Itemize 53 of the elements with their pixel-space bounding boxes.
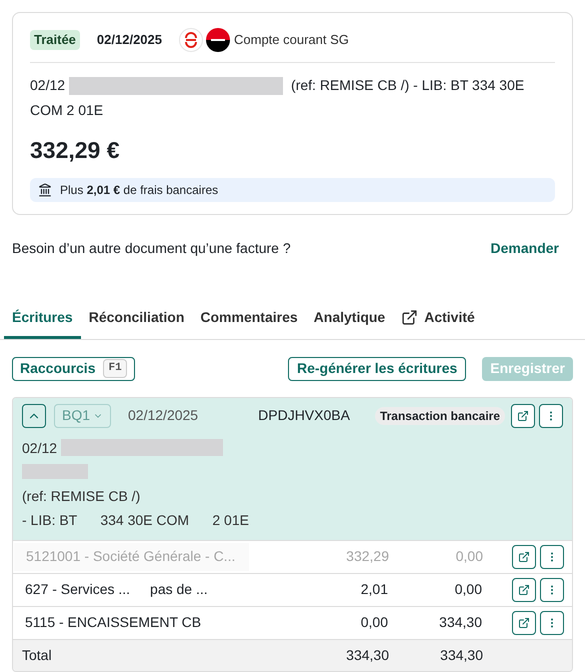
credit-cell-text: 0,00 bbox=[454, 580, 482, 599]
open-button[interactable] bbox=[511, 404, 535, 428]
more-button[interactable] bbox=[539, 404, 563, 428]
redaction-bar bbox=[22, 464, 88, 479]
transaction-label: (ref: REMISE CB /) - LIB: BT 334 30E bbox=[291, 76, 524, 95]
total-label: Total bbox=[21, 646, 53, 664]
debit-cell-text: 332,29 bbox=[345, 547, 389, 566]
tab[interactable]: Écritures bbox=[4, 306, 81, 338]
transaction-date: 02/12/2025 bbox=[96, 31, 162, 50]
tab[interactable]: Réconciliation bbox=[80, 306, 192, 338]
more-button[interactable] bbox=[540, 578, 564, 602]
transaction-amount: 332,29 € bbox=[30, 136, 121, 165]
debit-cell-text: 0,00 bbox=[360, 613, 388, 632]
bank-logo-icon bbox=[206, 28, 230, 52]
account-name: Compte courant SG bbox=[234, 31, 349, 50]
credit-cell-text: 334,30 bbox=[438, 613, 482, 632]
external-link-icon bbox=[518, 616, 530, 628]
account-cell-text: 5115 - ENCAISSEMENT CB bbox=[25, 613, 202, 632]
keyboard-key: F1 bbox=[103, 359, 127, 378]
open-button[interactable] bbox=[512, 610, 536, 634]
external-link-icon bbox=[517, 410, 529, 422]
total-debit: 334,30 bbox=[345, 646, 389, 664]
shortcuts-button[interactable]: Raccourcis F1 bbox=[12, 356, 135, 380]
bank-logo-icon bbox=[179, 28, 203, 52]
document-question: Besoin d’un autre document qu’une facture ? bbox=[12, 238, 291, 258]
type-badge: Transaction bancaire bbox=[374, 406, 505, 424]
status-badge: Traitée bbox=[30, 30, 80, 50]
total-credit: 334,30 bbox=[439, 646, 483, 664]
entry-description: - LIB: BT 334 30E COM 2 01E bbox=[22, 510, 250, 530]
bank-icon bbox=[38, 182, 52, 196]
regenerate-button[interactable]: Re-générer les écritures bbox=[288, 356, 466, 380]
entry-description: (ref: REMISE CB /) bbox=[22, 486, 142, 506]
credit-cell-text: 0,00 bbox=[454, 547, 483, 566]
account-cell-text: 627 - Services ... bbox=[25, 580, 130, 599]
entry-reference: DPDJHVX0BA bbox=[258, 406, 350, 425]
account-cell-text: 5121001 - Société Générale - C... bbox=[26, 547, 236, 566]
open-button[interactable] bbox=[512, 578, 536, 602]
tab[interactable]: Commentaires bbox=[192, 306, 306, 338]
external-link-icon bbox=[518, 584, 530, 596]
more-button[interactable] bbox=[540, 610, 564, 634]
tab[interactable]: Analytique bbox=[306, 306, 394, 338]
external-link-icon bbox=[518, 550, 530, 562]
transaction-label: 02/12 bbox=[30, 76, 66, 95]
entry-description: 02/12 bbox=[22, 438, 58, 458]
label-cell-text: pas de ... bbox=[150, 580, 208, 599]
debit-cell-text: 2,01 bbox=[360, 580, 388, 599]
transaction-label: COM 2 01E bbox=[30, 101, 104, 120]
external-link-icon bbox=[401, 308, 418, 326]
collapse-button[interactable] bbox=[22, 404, 46, 428]
request-link[interactable]: Demander bbox=[490, 238, 559, 258]
fees-note: Plus 2,01 € de frais bancaires bbox=[60, 182, 218, 198]
tab[interactable]: Activité bbox=[393, 306, 483, 338]
entry-date: 02/12/2025 bbox=[128, 406, 198, 425]
